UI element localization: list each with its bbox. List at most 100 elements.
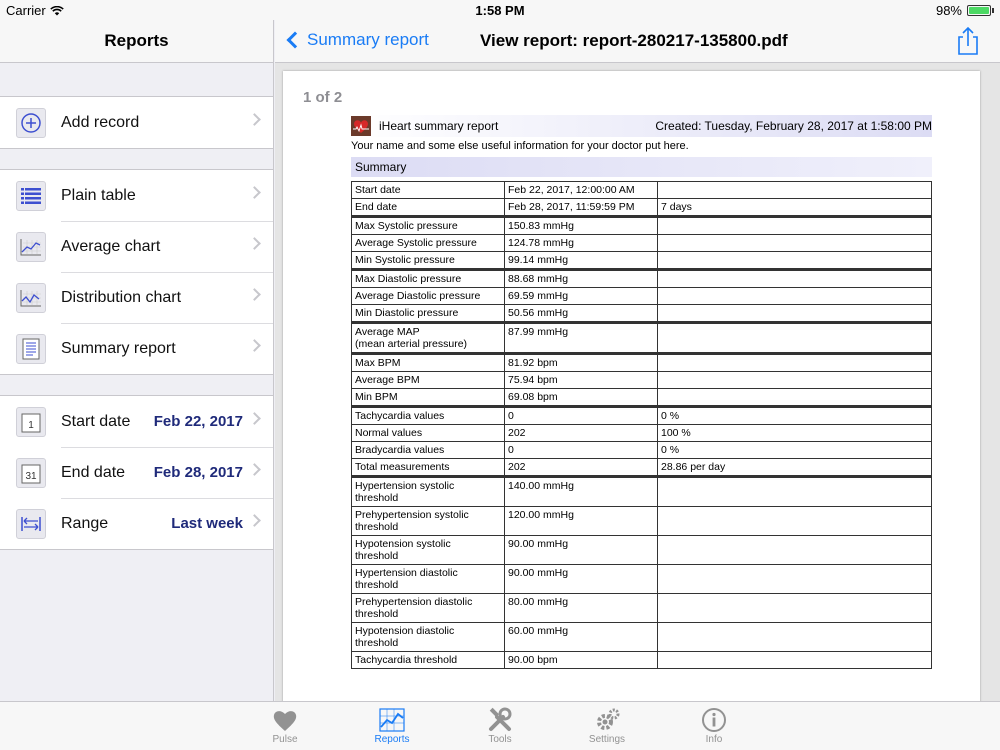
value-cell: 120.00 mmHg	[504, 506, 658, 536]
svg-text:1: 1	[28, 420, 34, 431]
tab-tools[interactable]: Tools	[460, 706, 540, 745]
metric-cell: Hypotension systolic threshold	[351, 535, 505, 565]
value-cell: 150.83 mmHg	[504, 215, 658, 235]
pdf-page: 1 of 2 iHeart summary report Created: Tu…	[283, 71, 980, 701]
chevron-right-icon	[248, 237, 261, 250]
value-cell: 87.99 mmHg	[504, 321, 658, 354]
extra-cell	[657, 234, 932, 252]
metric-cell: Tachycardia threshold	[351, 651, 505, 669]
metric-cell: Max Diastolic pressure	[351, 268, 505, 288]
value-cell: 90.00 mmHg	[504, 535, 658, 565]
plus-circle-icon	[16, 107, 46, 138]
menu-group-reports: Plain table Average chart Distribution c…	[0, 169, 273, 375]
clock: 1:58 PM	[475, 3, 525, 18]
table-row: Max BPM 81.92 bpm	[351, 352, 932, 372]
menu-group-actions: Add record	[0, 96, 273, 149]
metric-cell: Hypertension systolic threshold	[351, 475, 505, 507]
chevron-right-icon	[248, 412, 261, 425]
table-row: Min Diastolic pressure 50.56 mmHg	[351, 304, 932, 323]
average-chart-row[interactable]: Average chart	[0, 221, 273, 272]
value-cell: 75.94 bpm	[504, 371, 658, 389]
extra-cell	[657, 371, 932, 389]
table-row: Start date Feb 22, 2017, 12:00:00 AM	[351, 181, 932, 199]
svg-text:31: 31	[25, 471, 37, 482]
value-cell: 88.68 mmHg	[504, 268, 658, 288]
metric-cell: Average Systolic pressure	[351, 234, 505, 252]
battery-indicator: 98%	[936, 3, 994, 18]
row-label: Range	[61, 514, 109, 532]
row-label: End date	[61, 463, 126, 481]
tab-info[interactable]: Info	[674, 706, 754, 745]
table-row: Total measurements 202 28.86 per day	[351, 458, 932, 477]
extra-cell	[657, 506, 932, 536]
summary-heading: Summary	[351, 157, 932, 177]
chevron-right-icon	[248, 113, 261, 126]
row-label: Plain table	[61, 186, 136, 204]
chevron-right-icon	[248, 339, 261, 352]
table-row: Tachycardia values 0 0 %	[351, 405, 932, 425]
value-cell: 99.14 mmHg	[504, 251, 658, 270]
heart-logo-icon	[351, 116, 371, 136]
tab-reports[interactable]: Reports	[352, 706, 432, 745]
metric-cell: Normal values	[351, 424, 505, 442]
summary-table: Start date Feb 22, 2017, 12:00:00 AM End d…	[351, 181, 932, 669]
summary-report-row[interactable]: Summary report	[0, 323, 273, 374]
range-row[interactable]: Range Last week	[0, 498, 273, 549]
plain-table-row[interactable]: Plain table	[0, 170, 273, 221]
extra-cell	[657, 251, 932, 270]
start-date-row[interactable]: 1 Start date Feb 22, 2017	[0, 396, 273, 447]
chevron-right-icon	[248, 186, 261, 199]
tab-label: Settings	[588, 734, 626, 745]
sidebar-title: Reports	[0, 20, 273, 63]
table-row: Hypotension diastolic threshold 60.00 mmH…	[351, 622, 932, 652]
report-title: iHeart summary report	[379, 119, 499, 133]
summary-report: iHeart summary report Created: Tuesday, …	[351, 115, 932, 669]
table-row: Average Diastolic pressure 69.59 mmHg	[351, 287, 932, 305]
tab-settings[interactable]: Settings	[567, 706, 647, 745]
line-chart-icon	[16, 231, 46, 262]
report-info: Your name and some else useful informati…	[351, 140, 689, 152]
metric-cell: Max BPM	[351, 352, 505, 372]
share-icon[interactable]	[954, 26, 982, 56]
distribution-chart-row[interactable]: Distribution chart	[0, 272, 273, 323]
range-value: Last week	[171, 515, 243, 532]
extra-cell	[657, 622, 932, 652]
extra-cell: 0 %	[657, 441, 932, 459]
pdf-viewer[interactable]: 1 of 2 iHeart summary report Created: Tu…	[275, 63, 1000, 701]
extra-cell	[657, 215, 932, 235]
report-header: iHeart summary report Created: Tuesday, …	[351, 115, 932, 137]
extra-cell	[657, 321, 932, 354]
back-button[interactable]: Summary report	[285, 30, 429, 50]
table-row: Average MAP (mean arterial pressure) 87.9…	[351, 321, 932, 354]
table-row: Prehypertension systolic threshold 120.00…	[351, 506, 932, 536]
page-counter: 1 of 2	[303, 89, 343, 106]
extra-cell	[657, 304, 932, 323]
end-date-row[interactable]: 31 End date Feb 28, 2017	[0, 447, 273, 498]
table-row: Hypotension systolic threshold 90.00 mmHg	[351, 535, 932, 565]
chevron-right-icon	[248, 514, 261, 527]
chevron-left-icon	[286, 31, 304, 49]
value-cell: 202	[504, 424, 658, 442]
extra-cell	[657, 388, 932, 407]
start-date-value: Feb 22, 2017	[153, 413, 243, 430]
metric-cell: Tachycardia values	[351, 405, 505, 425]
row-label: Add record	[61, 113, 140, 131]
metric-cell: Average BPM	[351, 371, 505, 389]
metric-cell: Min Systolic pressure	[351, 251, 505, 270]
tab-pulse[interactable]: Pulse	[245, 706, 325, 745]
chevron-right-icon	[248, 288, 261, 301]
calendar-1-icon: 1	[16, 406, 46, 437]
detail-navbar: Summary report View report: report-28021…	[275, 20, 1000, 63]
status-bar: Carrier 1:58 PM 98%	[0, 0, 1000, 20]
extra-cell: 100 %	[657, 424, 932, 442]
value-cell: 90.00 bpm	[504, 651, 658, 669]
info-icon	[702, 708, 726, 732]
extra-cell	[657, 593, 932, 623]
table-icon	[16, 180, 46, 211]
metric-cell: Max Systolic pressure	[351, 215, 505, 235]
calendar-31-icon: 31	[16, 457, 46, 488]
add-record-row[interactable]: Add record	[0, 97, 273, 148]
value-cell: 69.08 bpm	[504, 388, 658, 407]
value-cell: 0	[504, 441, 658, 459]
extra-cell	[657, 564, 932, 594]
